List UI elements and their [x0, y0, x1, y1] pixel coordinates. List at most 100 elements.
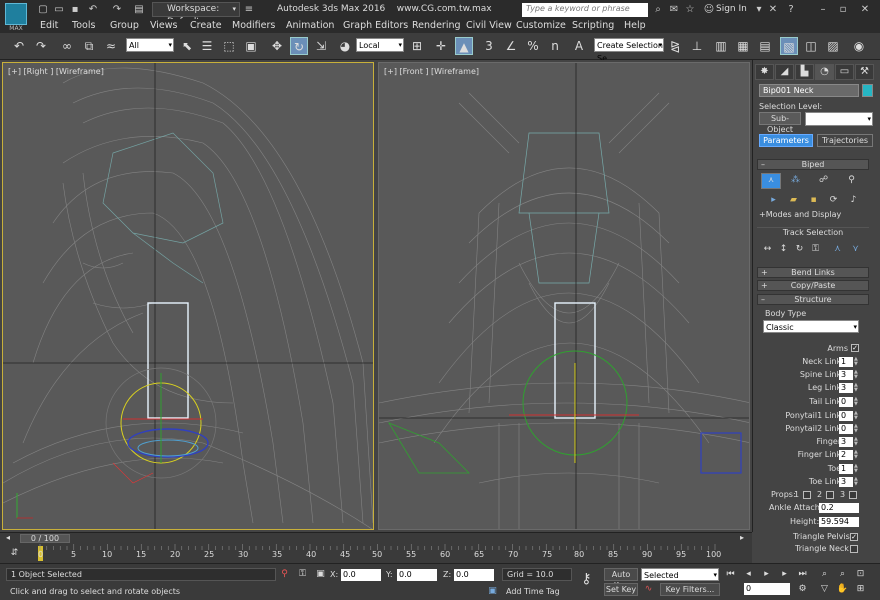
create-tab-icon[interactable]: ✸: [755, 64, 774, 80]
menu-modifiers[interactable]: Modifiers: [232, 20, 275, 31]
menu-tools[interactable]: Tools: [72, 20, 95, 31]
props-3-checkbox[interactable]: [849, 491, 857, 499]
time-configuration-icon[interactable]: ⚙: [796, 583, 809, 596]
bend-links-rollout[interactable]: + Bend Links: [757, 267, 869, 278]
workspace-select[interactable]: Workspace: Default ▾: [152, 2, 240, 27]
sub-object-button[interactable]: Sub-Object: [759, 112, 801, 134]
next-frame-icon[interactable]: ▸: [778, 568, 791, 581]
triangle-neck-checkbox[interactable]: [850, 545, 858, 553]
undo-icon[interactable]: ↶: [86, 3, 100, 16]
leg-links-spinner[interactable]: 3: [839, 383, 853, 393]
spinner-arrows-icon[interactable]: ▲ ▼: [854, 397, 859, 407]
exchange-apps-icon[interactable]: ✕: [766, 3, 780, 16]
triangle-pelvis-checkbox[interactable]: ✓: [850, 533, 858, 541]
object-name-field[interactable]: Bip001 Neck: [759, 84, 859, 97]
spinner-arrows-icon[interactable]: ▲ ▼: [854, 370, 859, 380]
unlink-icon[interactable]: ⧉: [80, 37, 98, 55]
favorites-star-icon[interactable]: ☆: [683, 3, 697, 16]
link-icon[interactable]: ∞: [58, 37, 76, 55]
body-horizontal-icon[interactable]: ↔: [761, 243, 774, 256]
search-input[interactable]: Type a keyword or phrase: [522, 3, 648, 17]
parameters-tab[interactable]: Parameters: [759, 134, 813, 147]
add-time-tag-button[interactable]: Add Time Tag: [506, 587, 560, 596]
edit-named-selection-icon[interactable]: A: [570, 37, 588, 55]
figure-mode-icon[interactable]: ⋏: [761, 173, 781, 189]
percent-snap-icon[interactable]: %: [524, 37, 542, 55]
key-filters-button[interactable]: Key Filters...: [660, 583, 720, 596]
structure-rollout[interactable]: – Structure: [757, 294, 869, 305]
time-slider-prev-icon[interactable]: ◂: [6, 533, 10, 542]
save-file-icon[interactable]: ▪: [68, 3, 82, 16]
props-1-checkbox[interactable]: [803, 491, 811, 499]
spinner-arrows-icon[interactable]: ▲ ▼: [854, 477, 859, 487]
field-of-view-icon[interactable]: ▽: [818, 583, 831, 596]
render-setup-icon[interactable]: ▨: [824, 37, 842, 55]
schematic-view-icon[interactable]: ▧: [780, 37, 798, 55]
redo-icon[interactable]: ↷: [110, 3, 124, 16]
footstep-mode-icon[interactable]: ⁂: [789, 174, 802, 187]
selection-filter-select[interactable]: All ▾: [126, 38, 174, 52]
maximize-icon[interactable]: ▫: [836, 3, 850, 16]
select-and-move-icon[interactable]: ✥: [268, 37, 286, 55]
tail-links-spinner[interactable]: 0: [839, 397, 853, 407]
object-color-swatch[interactable]: [862, 84, 873, 97]
layer-manager-icon[interactable]: ▥: [712, 37, 730, 55]
menu-civil-view[interactable]: Civil View: [466, 20, 512, 31]
window-crossing-icon[interactable]: ▣: [242, 37, 260, 55]
select-object-icon[interactable]: ⬉: [178, 37, 196, 55]
track-bar[interactable]: ⇵ 0 5 10 15 20 25 30 35 40 45 50 55 60 6…: [0, 544, 752, 563]
search-icon[interactable]: ⌕: [651, 3, 665, 16]
spinner-arrows-icon[interactable]: ▲ ▼: [854, 437, 859, 447]
save-file-icon[interactable]: ▪: [807, 194, 820, 207]
zoom-extents-icon[interactable]: ⊡: [854, 568, 867, 581]
reference-coordinate-select[interactable]: Local ▾: [356, 38, 404, 52]
menu-graph-editors[interactable]: Graph Editors: [343, 20, 408, 31]
motion-flow-icon[interactable]: ☍: [817, 174, 830, 187]
arms-checkbox[interactable]: ✓: [851, 344, 859, 352]
mirror-icon[interactable]: ⧎: [666, 37, 684, 55]
bind-space-warp-icon[interactable]: ≈: [102, 37, 120, 55]
props-2-checkbox[interactable]: [826, 491, 834, 499]
go-to-start-icon[interactable]: ⏮: [724, 568, 737, 581]
undo-button[interactable]: ↶: [10, 37, 28, 55]
biped-rollout[interactable]: – Biped: [757, 159, 869, 170]
open-file-icon[interactable]: ▭: [52, 3, 66, 16]
track-selection-rollout[interactable]: Track Selection: [757, 227, 869, 238]
absolute-mode-icon[interactable]: ▣: [314, 568, 327, 581]
display-tab-icon[interactable]: ▭: [835, 64, 854, 80]
app-logo[interactable]: MAX: [0, 0, 32, 33]
finger-links-spinner[interactable]: 2: [839, 450, 853, 460]
right-viewport[interactable]: [+] [Right ] [Wireframe]: [2, 62, 374, 530]
pivot-center-icon[interactable]: ⊞: [408, 37, 426, 55]
dropdown-arrow-icon[interactable]: ▾: [752, 3, 766, 16]
biped-playback-icon[interactable]: ▸: [767, 194, 780, 207]
viewport-label-front[interactable]: [+] [Front ] [Wireframe]: [384, 67, 479, 76]
neck-links-spinner[interactable]: 1: [839, 357, 853, 367]
named-selection-set-select[interactable]: Create Selection Se ▾: [594, 38, 664, 63]
modify-tab-icon[interactable]: ◢: [775, 64, 794, 80]
utilities-tab-icon[interactable]: ⚒: [855, 64, 874, 80]
key-filters-curve-icon[interactable]: ∿: [642, 583, 655, 596]
sign-in-link[interactable]: Sign In: [716, 4, 747, 14]
previous-frame-icon[interactable]: ◂: [742, 568, 755, 581]
spinner-arrows-icon[interactable]: ▲ ▼: [854, 383, 859, 393]
selection-lock-icon[interactable]: ⚿: [296, 568, 309, 581]
snaps-toggle-icon[interactable]: 3: [480, 37, 498, 55]
select-and-manipulate-icon[interactable]: ✛: [432, 37, 450, 55]
body-vertical-icon[interactable]: ↕: [777, 243, 790, 256]
auto-key-button[interactable]: Auto Key: [604, 568, 638, 590]
z-coordinate-field[interactable]: 0.0: [454, 569, 494, 581]
maximize-viewport-icon[interactable]: ⊞: [854, 583, 867, 596]
menu-edit[interactable]: Edit: [40, 20, 58, 31]
pan-view-icon[interactable]: ✋: [836, 583, 849, 596]
communication-center-icon[interactable]: ✉: [667, 3, 681, 16]
menu-group[interactable]: Group: [110, 20, 139, 31]
load-file-icon[interactable]: ▰: [787, 194, 800, 207]
select-and-place-icon[interactable]: ◕: [336, 37, 354, 55]
rectangular-selection-icon[interactable]: ⬚: [220, 37, 238, 55]
x-coordinate-field[interactable]: 0.0: [341, 569, 381, 581]
project-folder-icon[interactable]: ▤: [132, 3, 146, 16]
body-rotation-icon[interactable]: ↻: [793, 243, 806, 256]
go-to-end-icon[interactable]: ⏭: [796, 568, 809, 581]
menu-scripting[interactable]: Scripting: [572, 20, 614, 31]
